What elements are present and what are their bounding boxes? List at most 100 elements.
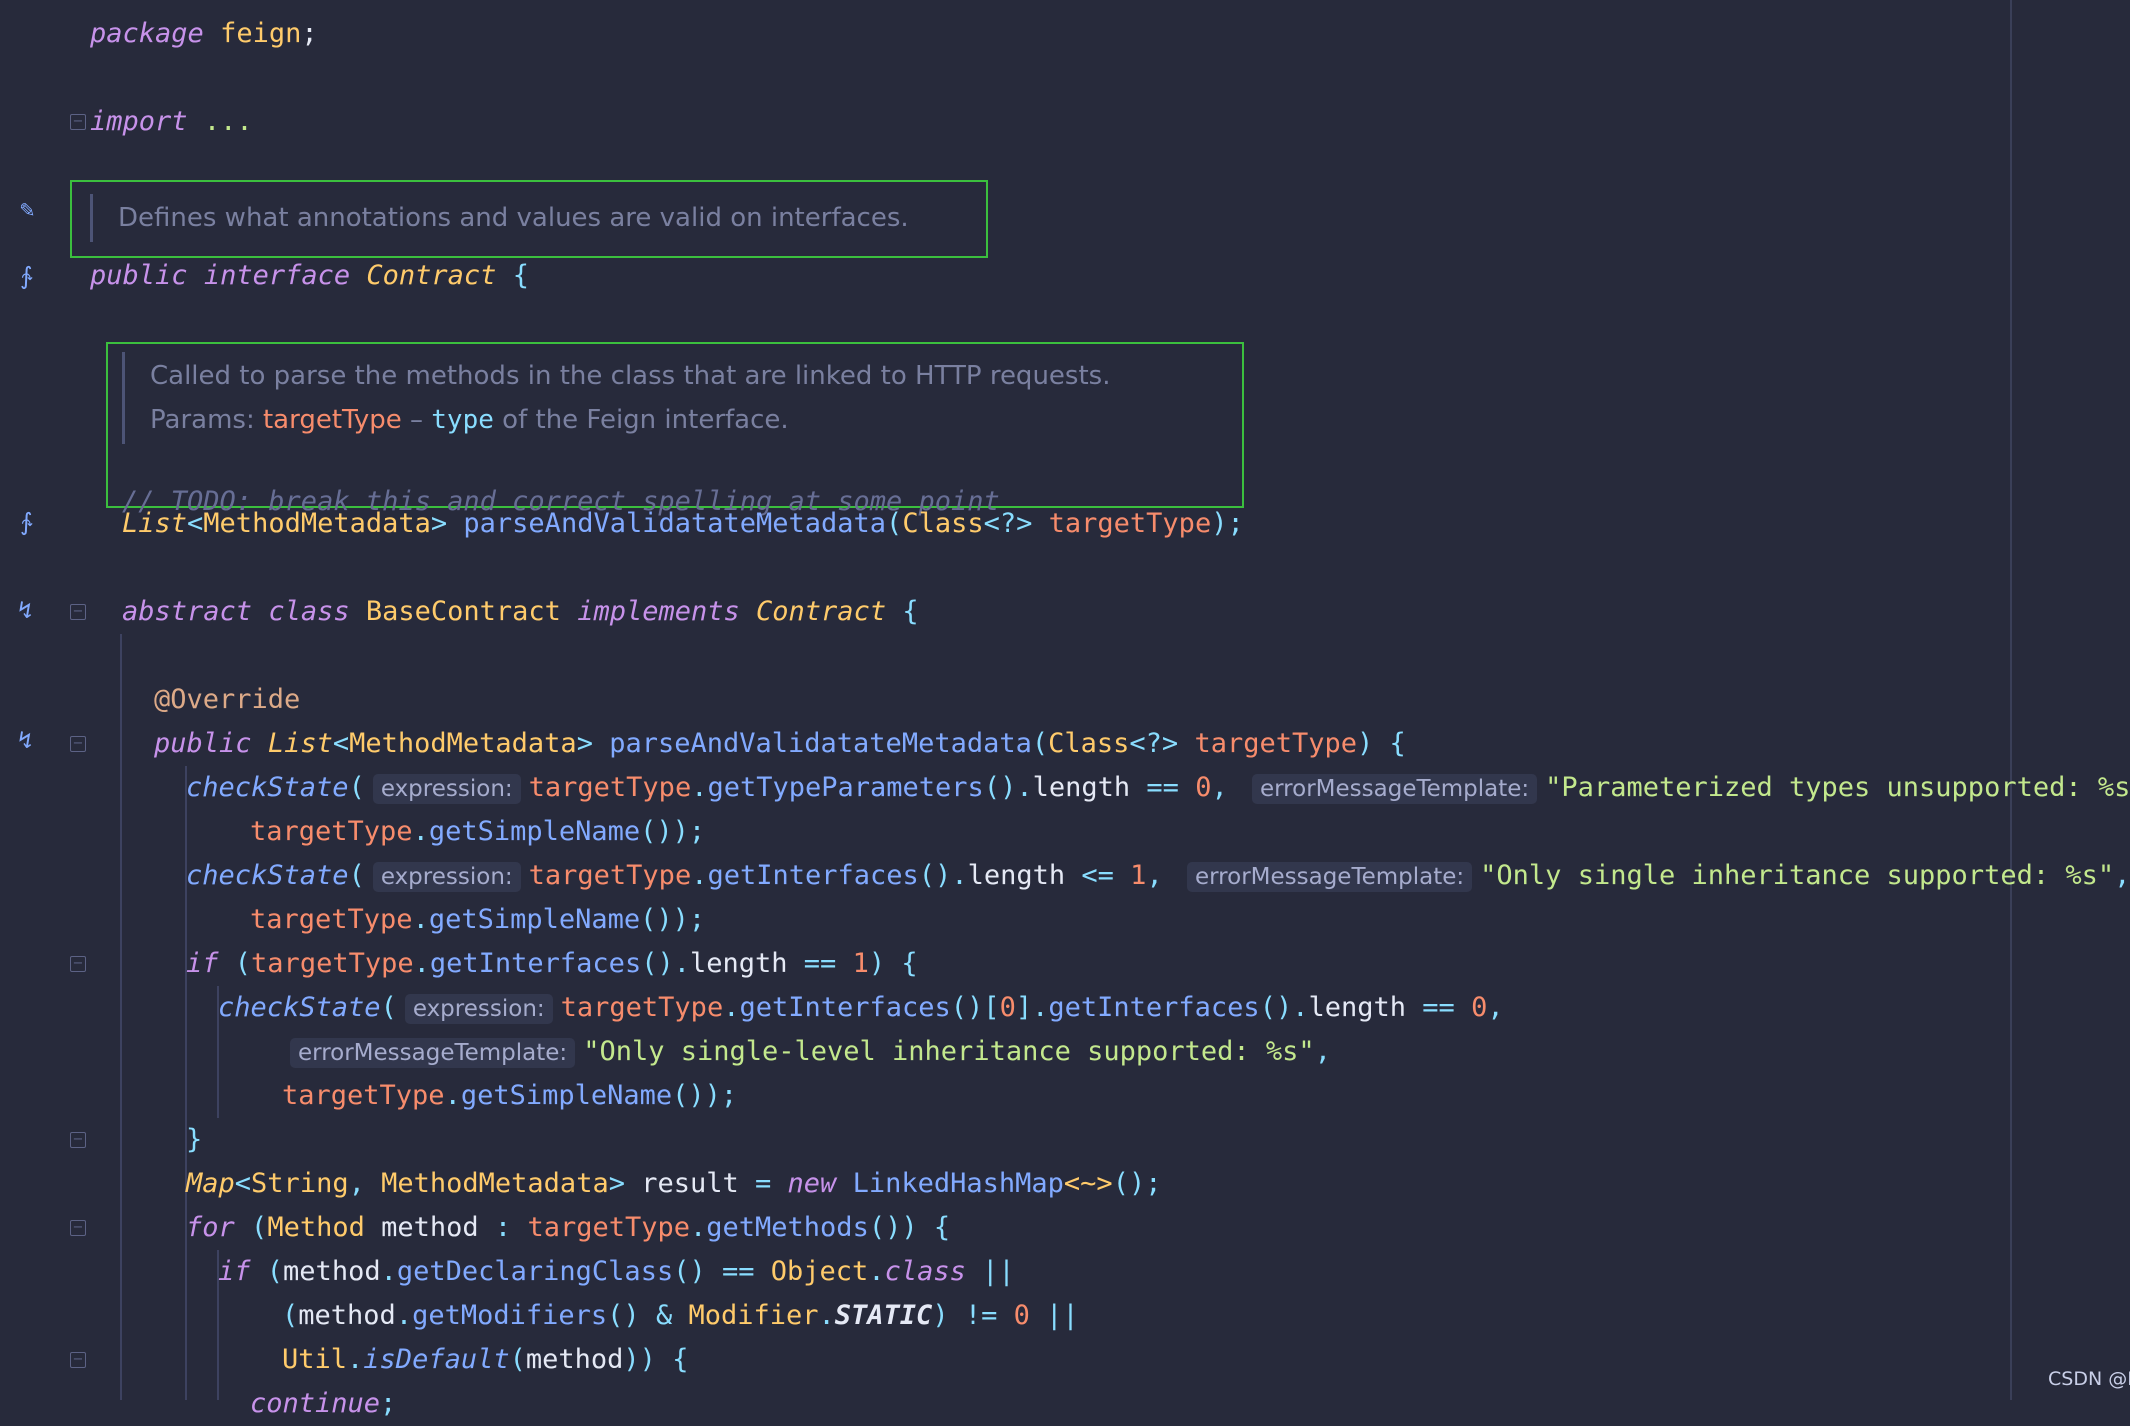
code-token: . bbox=[412, 816, 429, 847]
code-token: . bbox=[691, 860, 708, 891]
fold-import-icon[interactable]: − bbox=[70, 114, 86, 130]
editor-gutter[interactable] bbox=[0, 0, 78, 1400]
parameter-hint: errorMessageTemplate: bbox=[290, 1038, 576, 1068]
code-line[interactable]: if (method.getDeclaringClass() == Object… bbox=[218, 1250, 1015, 1294]
code-line[interactable]: targetType.getSimpleName()); bbox=[282, 1074, 737, 1118]
code-token: getSimpleName bbox=[428, 816, 641, 847]
code-token: == bbox=[721, 1256, 755, 1287]
code-token: , bbox=[2114, 860, 2130, 891]
code-token: Map bbox=[186, 1168, 235, 1199]
code-line[interactable]: for (Method method : targetType.getMetho… bbox=[186, 1206, 950, 1250]
code-token: ()); bbox=[640, 816, 706, 847]
code-line[interactable]: } bbox=[186, 1118, 202, 1162]
code-token: for bbox=[186, 1212, 235, 1243]
code-token: { bbox=[933, 1212, 951, 1243]
fold-if-icon[interactable]: − bbox=[70, 956, 86, 972]
code-line[interactable]: if (targetType.getInterfaces().length ==… bbox=[186, 942, 918, 986]
implementation-marker-icon[interactable]: ↯ bbox=[18, 596, 32, 624]
code-line[interactable]: errorMessageTemplate: "Only single-level … bbox=[282, 1030, 1331, 1074]
code-token: ; bbox=[380, 1388, 397, 1419]
code-token: targetType bbox=[282, 1080, 445, 1111]
code-token: ( bbox=[234, 948, 252, 979]
code-token: . bbox=[380, 1256, 397, 1287]
code-token: . bbox=[723, 992, 740, 1023]
code-line[interactable]: checkState(expression: targetType.getType… bbox=[186, 766, 2130, 810]
code-token: 0 bbox=[1195, 772, 1212, 803]
code-token: ) bbox=[1357, 728, 1374, 759]
parameter-hint: errorMessageTemplate: bbox=[1251, 774, 1538, 804]
code-line[interactable]: List<MethodMetadata> parseAndValidatateM… bbox=[122, 502, 1244, 546]
code-token: () bbox=[1259, 992, 1293, 1023]
method-doc-line1: Called to parse the methods in the class… bbox=[150, 361, 1111, 391]
code-token: LinkedHashMap bbox=[852, 1168, 1064, 1199]
code-line[interactable]: targetType.getSimpleName()); bbox=[250, 898, 705, 942]
code-token: Object bbox=[770, 1256, 869, 1287]
code-token: ()) bbox=[868, 1212, 918, 1243]
code-line[interactable]: public List<MethodMetadata> parseAndVali… bbox=[154, 722, 1406, 766]
code-line[interactable]: Map<String, MethodMetadata> result = new… bbox=[186, 1162, 1161, 1206]
implemented-interface-icon[interactable]: ∱ bbox=[20, 262, 33, 290]
edit-doc-pencil-icon[interactable]: ✎ bbox=[20, 195, 34, 223]
code-token: class bbox=[884, 1256, 966, 1287]
code-token: () bbox=[673, 1256, 706, 1287]
implemented-method-icon[interactable]: ∱ bbox=[20, 508, 33, 536]
code-token: . bbox=[444, 1080, 461, 1111]
fold-class-icon[interactable]: − bbox=[70, 604, 86, 620]
fold-method-icon[interactable]: − bbox=[70, 736, 86, 752]
code-token: (); bbox=[1112, 1168, 1162, 1199]
code-line[interactable]: (method.getModifiers() & Modifier.STATIC… bbox=[282, 1294, 1079, 1338]
code-token: <?> bbox=[983, 508, 1033, 539]
fold-for-icon[interactable]: − bbox=[70, 1220, 86, 1236]
code-token: targetType bbox=[1194, 728, 1358, 759]
code-line[interactable]: checkState(expression: targetType.getInte… bbox=[186, 854, 2130, 898]
code-token: targetType bbox=[528, 772, 692, 803]
fold-if-end-icon[interactable]: − bbox=[70, 1132, 86, 1148]
code-line[interactable]: Util.isDefault(method)) { bbox=[282, 1338, 688, 1382]
code-token: length bbox=[1032, 772, 1131, 803]
code-token: < bbox=[332, 728, 350, 759]
code-token: checkState bbox=[186, 860, 349, 891]
code-line[interactable]: public interface Contract { bbox=[90, 254, 529, 298]
interface-doc-text: Defines what annotations and values are … bbox=[118, 203, 909, 233]
code-line[interactable]: checkState(expression: targetType.getInte… bbox=[218, 986, 1504, 1030]
code-token: , bbox=[1146, 860, 1163, 891]
code-token: == bbox=[1422, 992, 1455, 1023]
code-token: () bbox=[918, 860, 952, 891]
indent-guide-cont-1 bbox=[185, 810, 187, 854]
code-token: . bbox=[818, 1300, 835, 1331]
code-token: . bbox=[347, 1344, 364, 1375]
code-token: 1 bbox=[1130, 860, 1147, 891]
code-editor[interactable]: Defines what annotations and values are … bbox=[0, 0, 2130, 1419]
code-token: = bbox=[755, 1168, 772, 1199]
code-line[interactable]: abstract class BaseContract implements C… bbox=[122, 590, 919, 634]
override-marker-icon[interactable]: ↯ bbox=[18, 726, 32, 754]
code-token: { bbox=[1389, 728, 1406, 759]
code-line[interactable]: targetType.getSimpleName()); bbox=[250, 810, 705, 854]
code-line[interactable]: import ... bbox=[90, 100, 253, 144]
fold-if2-icon[interactable]: − bbox=[70, 1352, 86, 1368]
code-line[interactable]: @Override bbox=[154, 678, 300, 722]
code-line[interactable]: package feign; bbox=[90, 12, 318, 56]
code-token: () bbox=[641, 948, 674, 979]
code-token: ( bbox=[348, 772, 365, 803]
code-line[interactable]: continue; bbox=[250, 1382, 396, 1426]
parameter-hint: expression: bbox=[404, 994, 553, 1024]
